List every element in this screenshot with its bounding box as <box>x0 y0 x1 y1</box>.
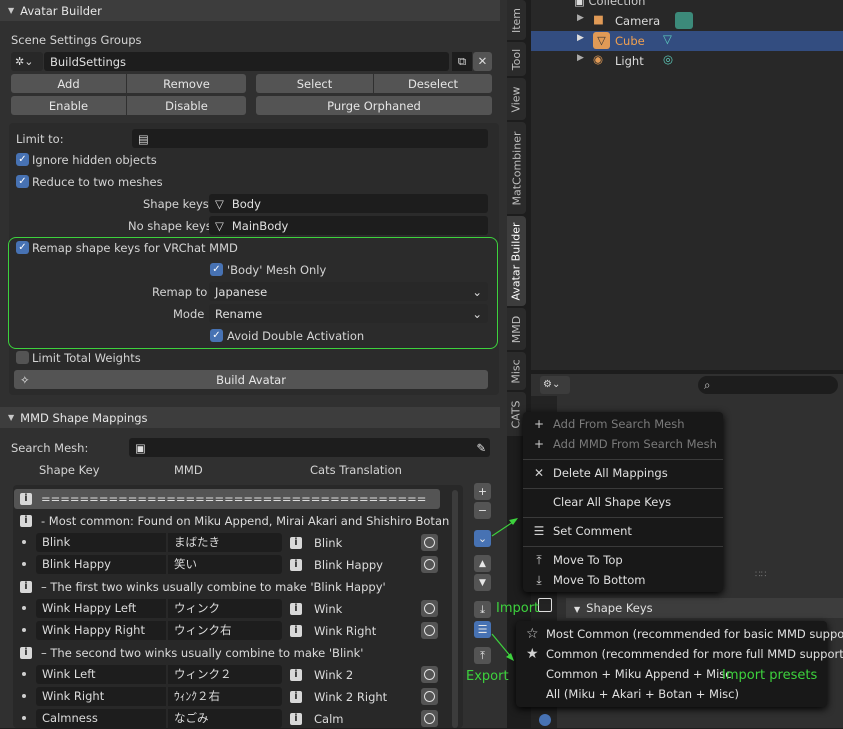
arrow-to-presets <box>491 633 513 659</box>
import-annotation: Import <box>496 601 540 616</box>
arrowhead <box>506 653 514 661</box>
import-presets-annotation: Import presets <box>722 668 818 683</box>
annotation-arrows <box>491 518 518 661</box>
export-annotation: Export <box>466 669 509 684</box>
